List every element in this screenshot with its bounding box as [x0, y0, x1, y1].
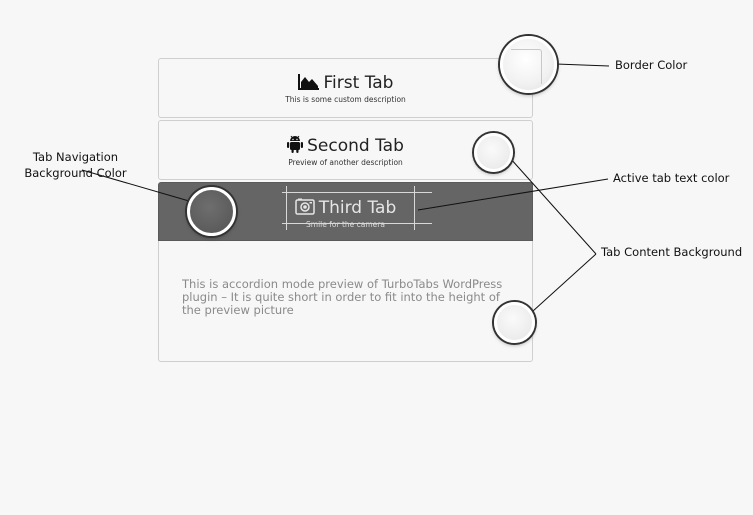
android-icon	[287, 135, 304, 158]
tab-first-header: First Tab This is some custom descriptio…	[159, 73, 532, 105]
area-chart-icon	[297, 73, 320, 95]
tab-content-background-marker	[494, 302, 535, 343]
camera-icon	[294, 198, 315, 220]
tab-first[interactable]: First Tab This is some custom descriptio…	[158, 58, 533, 118]
tab-background-marker	[474, 133, 513, 172]
label-border-color: Border Color	[615, 58, 688, 72]
tab-content-text: This is accordion mode preview of TurboT…	[182, 277, 503, 317]
tab-second-title: Second Tab	[307, 136, 404, 156]
tab-first-description: This is some custom description	[285, 95, 406, 104]
label-tab-nav-background: Tab Navigation Background Color	[24, 150, 127, 180]
tab-third-title: Third Tab	[318, 198, 397, 218]
label-tab-content-background: Tab Content Background	[601, 245, 743, 259]
border-color-marker	[500, 36, 557, 93]
tab-first-title: First Tab	[323, 73, 394, 93]
tab-nav-background-marker	[187, 187, 236, 236]
tab-content-panel: This is accordion mode preview of TurboT…	[158, 241, 533, 362]
label-active-tab-text-color: Active tab text color	[613, 171, 730, 185]
